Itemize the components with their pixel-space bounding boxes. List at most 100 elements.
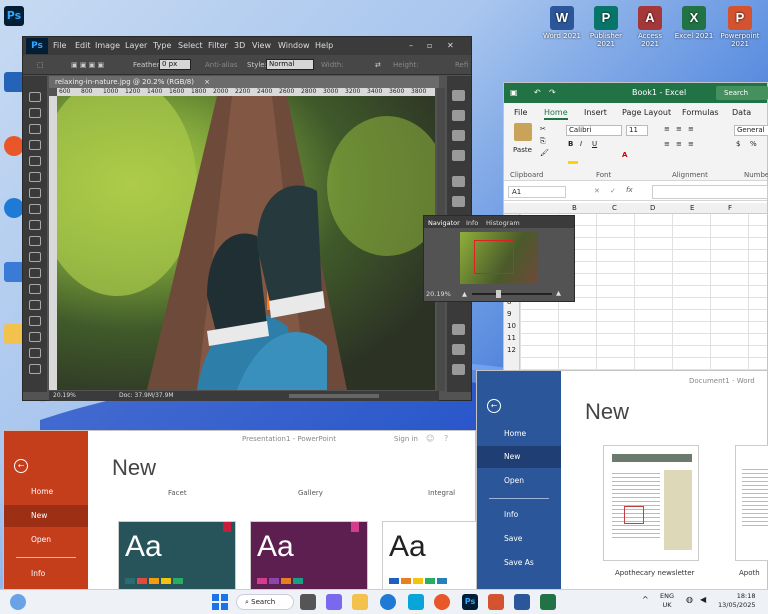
nav-open[interactable]: Open [477, 470, 561, 492]
photoshop-desktop-icon[interactable]: Ps [4, 6, 24, 26]
column-header[interactable]: F [728, 204, 732, 212]
network-icon[interactable]: ◍ [686, 595, 693, 604]
help-icon[interactable]: ? [444, 434, 448, 443]
tab-formulas[interactable]: Formulas [682, 108, 719, 117]
underline-button[interactable]: U [592, 140, 597, 148]
volume-icon[interactable]: ◀ [700, 595, 706, 604]
close-icon[interactable]: ✕ [447, 41, 454, 50]
nav-home[interactable]: Home [477, 423, 561, 445]
marquee-tool-icon[interactable]: ⬚ [37, 61, 44, 69]
excel-taskbar-icon[interactable] [540, 594, 556, 610]
healing-tool-icon[interactable] [29, 188, 41, 198]
menu-window[interactable]: Window [278, 41, 310, 50]
maximize-icon[interactable]: ▫ [427, 41, 432, 50]
eyedropper-tool-icon[interactable] [29, 172, 41, 182]
tab-info[interactable]: Info [466, 219, 478, 227]
menu-select[interactable]: Select [178, 41, 203, 50]
antialias-checkbox[interactable]: Anti-alias [205, 61, 238, 69]
firefox-desktop-icon[interactable] [4, 136, 24, 156]
move-tool-icon[interactable] [29, 92, 41, 102]
formula-input[interactable] [652, 185, 768, 199]
zoom-slider[interactable] [472, 290, 552, 298]
horizontal-scrollbar[interactable] [289, 394, 379, 398]
nav-new[interactable]: New [4, 505, 88, 527]
navigator-panel[interactable]: Navigator Info Histogram 20.19% ▲ ▲ [423, 215, 575, 302]
teams-icon[interactable] [326, 594, 342, 610]
style-select[interactable]: Normal [266, 59, 314, 70]
minimize-icon[interactable]: – [409, 41, 413, 50]
properties-panel-icon[interactable] [452, 110, 465, 121]
row-header[interactable]: 10 [507, 322, 516, 330]
type-tool-icon[interactable] [29, 332, 41, 342]
dodge-tool-icon[interactable] [29, 300, 41, 310]
file-explorer-icon[interactable] [352, 594, 368, 610]
zoom-slider-handle[interactable] [496, 290, 501, 298]
firefox-icon[interactable] [434, 594, 450, 610]
template-thumb-second[interactable] [735, 445, 768, 561]
clock[interactable]: 18:18 13/05/2025 [718, 592, 755, 610]
tab-insert[interactable]: Insert [584, 108, 607, 117]
tab-home[interactable]: Home [544, 108, 568, 120]
menu-view[interactable]: View [252, 41, 271, 50]
cancel-icon[interactable]: ✕ [594, 187, 600, 195]
save-icon[interactable]: ▣ [510, 88, 518, 97]
channels-panel-icon[interactable] [452, 364, 465, 375]
movie-desktop-icon[interactable] [4, 72, 24, 92]
nav-save-as[interactable]: Save As [477, 552, 561, 574]
nav-save[interactable]: Save [477, 528, 561, 550]
nav-info[interactable]: Info [4, 563, 88, 585]
nav-open[interactable]: Open [4, 529, 88, 551]
brush-tool-icon[interactable] [29, 204, 41, 214]
clone-source-panel-icon[interactable] [452, 196, 465, 207]
word-window[interactable]: ← Home New Open Info Save Save As Docume… [476, 370, 768, 590]
powerpoint-desktop-icon[interactable]: P Powerpoint 2021 [720, 6, 760, 48]
zoom-level[interactable]: 20.19% [53, 391, 76, 401]
zoom-in-icon[interactable]: ▲ [556, 289, 561, 297]
template-thumb-apothecary[interactable] [603, 445, 699, 561]
name-box[interactable]: A1 [508, 186, 566, 198]
photo-canvas[interactable] [57, 96, 435, 390]
template-thumb-gallery[interactable]: Aa [250, 521, 368, 591]
align-center-icon[interactable]: ≡ [676, 140, 682, 148]
zoom-out-icon[interactable]: ▲ [462, 290, 467, 298]
weather-icon[interactable] [10, 594, 26, 610]
font-color-button[interactable]: A [622, 151, 627, 159]
paste-button[interactable]: Paste [513, 146, 532, 154]
menu-layer[interactable]: Layer [125, 41, 147, 50]
tab-navigator[interactable]: Navigator [428, 219, 460, 227]
nav-info[interactable]: Info [477, 504, 561, 526]
nav-home[interactable]: Home [4, 481, 88, 503]
color-panel-icon[interactable] [452, 130, 465, 141]
photoshop-window[interactable]: Ps File Edit Image Layer Type Select Fil… [22, 36, 472, 401]
swap-icon[interactable]: ⇄ [375, 61, 381, 69]
font-size-select[interactable]: 11 [626, 125, 648, 136]
row-header[interactable]: 11 [507, 334, 516, 342]
pen-tool-icon[interactable] [29, 316, 41, 326]
brush-panel-icon[interactable] [452, 176, 465, 187]
fill-color-icon[interactable] [568, 161, 578, 164]
align-middle-icon[interactable]: ≡ [676, 125, 682, 133]
navigator-view-box[interactable] [474, 240, 514, 274]
align-bottom-icon[interactable]: ≡ [688, 125, 694, 133]
sign-in-link[interactable]: Sign in [394, 435, 418, 443]
italic-button[interactable]: I [580, 140, 582, 148]
folder-desktop-icon[interactable] [4, 324, 24, 344]
refine-edge-button[interactable]: Refi [455, 61, 468, 69]
navigator-preview[interactable] [460, 232, 538, 284]
selection-mode-icons[interactable]: ▣ ▣ ▣ ▣ [71, 61, 104, 69]
row-header[interactable]: 9 [507, 310, 511, 318]
currency-icon[interactable]: $ [736, 140, 740, 148]
blur-tool-icon[interactable] [29, 284, 41, 294]
history-brush-icon[interactable] [29, 236, 41, 246]
undo-icon[interactable]: ↶ [534, 88, 541, 97]
back-arrow-icon[interactable]: ← [14, 459, 28, 473]
gradient-tool-icon[interactable] [29, 268, 41, 278]
lasso-tool-icon[interactable] [29, 124, 41, 134]
smiley-icon[interactable]: ☺ [426, 434, 434, 443]
redo-icon[interactable]: ↷ [549, 88, 556, 97]
edge-icon[interactable] [380, 594, 396, 610]
format-painter-icon[interactable]: 🖌 [540, 149, 549, 157]
column-header[interactable]: C [612, 204, 617, 212]
excel-desktop-icon[interactable]: X Excel 2021 [674, 6, 714, 40]
marquee-tool-icon[interactable] [29, 108, 41, 118]
